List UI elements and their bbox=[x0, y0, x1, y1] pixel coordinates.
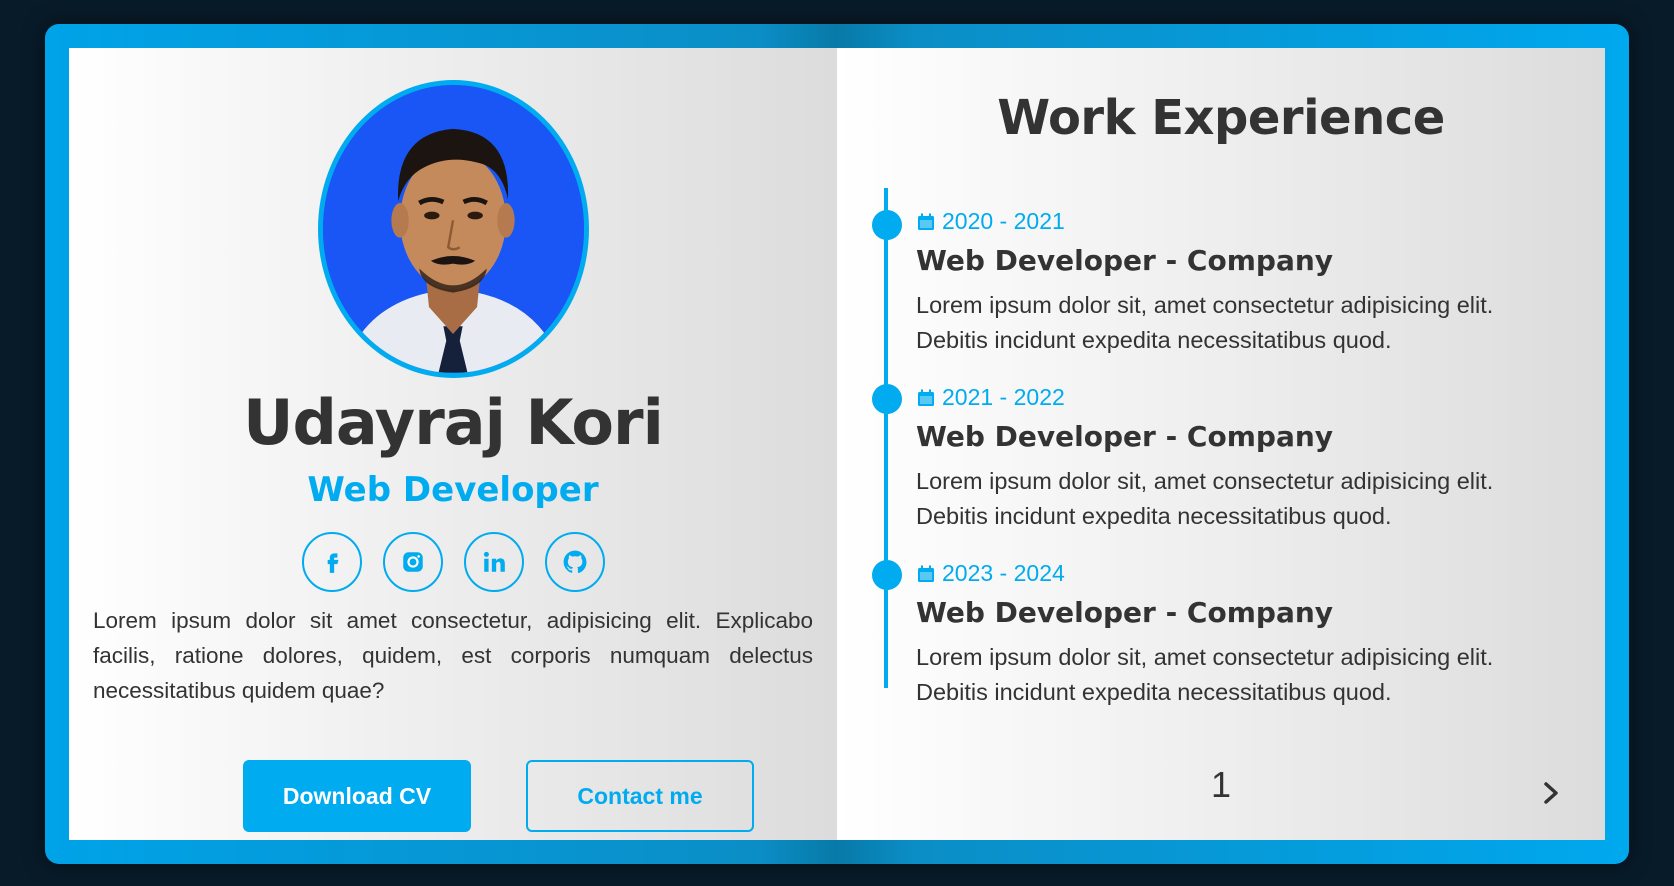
timeline-dot bbox=[872, 384, 902, 414]
instagram-icon bbox=[403, 552, 423, 572]
page-number: 1 bbox=[1210, 764, 1232, 805]
profile-page: Udayraj Kori Web Developer Lorem ipsum d… bbox=[69, 48, 837, 840]
timeline-date-text: 2023 - 2024 bbox=[942, 560, 1065, 586]
experience-page: Work Experience 2020 - 2021 Web Develope… bbox=[837, 48, 1605, 840]
timeline-description: Lorem ipsum dolor sit, amet consectetur … bbox=[916, 292, 1494, 353]
profile-role: Web Developer bbox=[307, 470, 599, 510]
timeline-date: 2021 - 2022 bbox=[916, 384, 1065, 411]
experience-title: Work Experience bbox=[997, 90, 1445, 146]
profile-name: Udayraj Kori bbox=[243, 386, 664, 459]
timeline-date-text: 2020 - 2021 bbox=[942, 208, 1065, 234]
timeline-role: Web Developer - Company bbox=[916, 420, 1334, 453]
timeline-date: 2023 - 2024 bbox=[916, 560, 1065, 587]
download-cv-button[interactable]: Download CV bbox=[243, 760, 471, 832]
social-links bbox=[302, 532, 605, 592]
avatar bbox=[318, 80, 589, 378]
facebook-icon bbox=[327, 553, 339, 573]
book-frame: Udayraj Kori Web Developer Lorem ipsum d… bbox=[45, 24, 1629, 864]
timeline-description: Lorem ipsum dolor sit, amet consectetur … bbox=[916, 468, 1494, 529]
timeline-line bbox=[884, 188, 888, 688]
linkedin-icon bbox=[483, 551, 505, 572]
profile-photo bbox=[323, 85, 584, 373]
linkedin-link[interactable] bbox=[464, 532, 524, 592]
calendar-icon bbox=[918, 565, 934, 582]
github-link[interactable] bbox=[545, 532, 605, 592]
contact-me-button[interactable]: Contact me bbox=[526, 760, 754, 832]
timeline-role: Web Developer - Company bbox=[916, 596, 1334, 629]
timeline-date: 2020 - 2021 bbox=[916, 208, 1065, 235]
timeline-role: Web Developer - Company bbox=[916, 244, 1334, 277]
chevron-right-icon bbox=[1544, 782, 1558, 804]
next-page-button[interactable] bbox=[1539, 778, 1563, 808]
calendar-icon bbox=[918, 213, 934, 230]
timeline-dot bbox=[872, 560, 902, 590]
facebook-link[interactable] bbox=[302, 532, 362, 592]
calendar-icon bbox=[918, 389, 934, 406]
instagram-link[interactable] bbox=[383, 532, 443, 592]
timeline-date-text: 2021 - 2022 bbox=[942, 384, 1065, 410]
github-icon bbox=[563, 550, 587, 574]
timeline-dot bbox=[872, 210, 902, 240]
timeline-description: Lorem ipsum dolor sit, amet consectetur … bbox=[916, 644, 1494, 705]
profile-about: Lorem ipsum dolor sit amet consectetur, … bbox=[93, 608, 813, 703]
